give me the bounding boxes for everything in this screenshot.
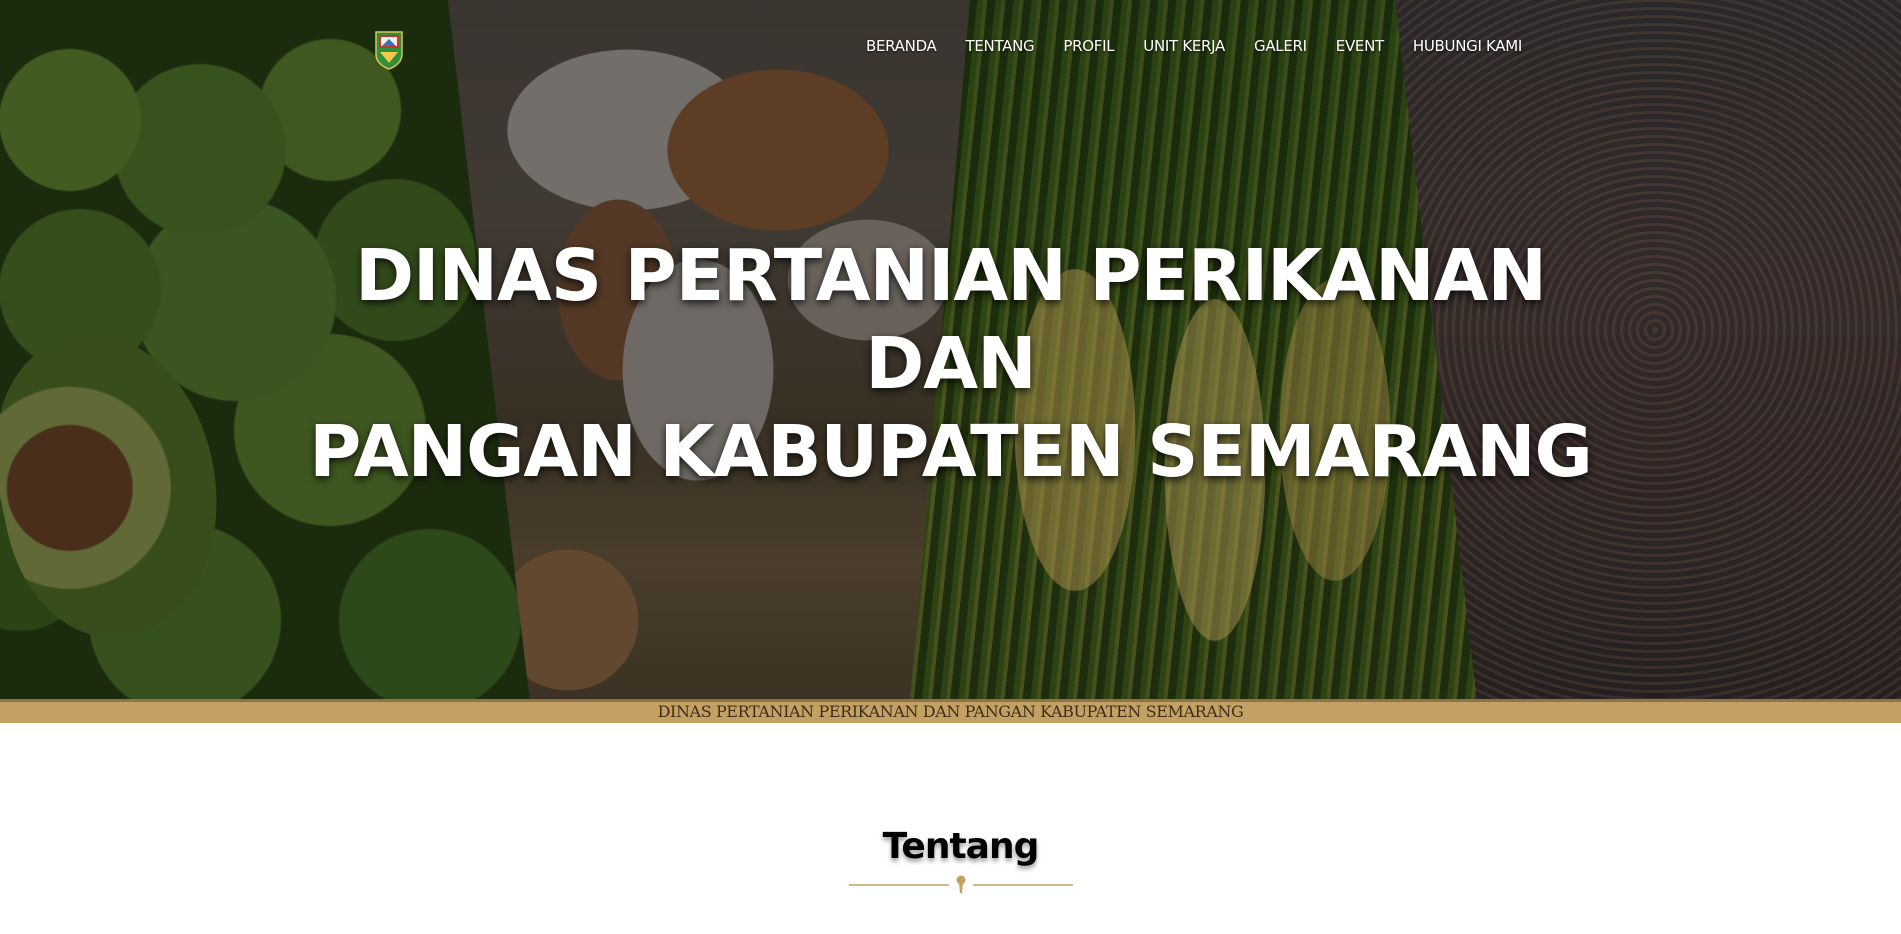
hero-title: DINAS PERTANIAN PERIKANAN DAN PANGAN KAB… [300,232,1601,496]
regency-crest-icon[interactable] [374,30,404,70]
nav-item-event[interactable]: EVENT [1336,37,1384,55]
nav-item-beranda[interactable]: BERANDA [866,37,937,55]
section-title-tentang: Tentang [882,826,1040,867]
ticker-text: DINAS PERTANIAN PERIKANAN DAN PANGAN KAB… [657,702,1244,721]
nav-item-hubungi-kami[interactable]: HUBUNGI KAMI [1413,37,1522,55]
nav-item-tentang[interactable]: TENTANG [966,37,1035,55]
nav-item-unit-kerja[interactable]: UNIT KERJA [1143,37,1225,55]
hero-title-line-1: DINAS PERTANIAN PERIKANAN DAN [355,234,1547,405]
hero-banner: BERANDA TENTANG PROFIL UNIT KERJA GALERI… [0,0,1901,702]
hero-title-line-2: PANGAN KABUPATEN SEMARANG [309,410,1593,493]
nav-item-galeri[interactable]: GALERI [1254,37,1307,55]
section-divider-icon [849,875,1073,893]
marquee-ticker: DINAS PERTANIAN PERIKANAN DAN PANGAN KAB… [0,699,1901,723]
main-nav: BERANDA TENTANG PROFIL UNIT KERJA GALERI… [866,37,1522,55]
nav-item-profil[interactable]: PROFIL [1063,37,1114,55]
